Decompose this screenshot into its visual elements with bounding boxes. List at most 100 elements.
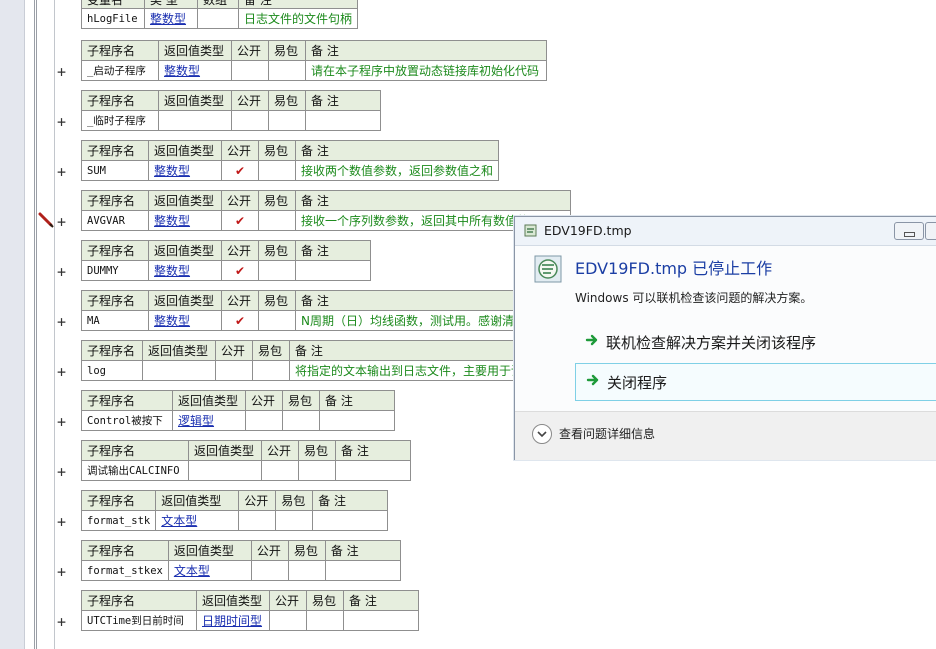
sub-public[interactable]: [261, 460, 299, 481]
minimize-button[interactable]: [894, 222, 924, 240]
expand-plus-icon[interactable]: +: [57, 215, 69, 230]
sub-public[interactable]: [215, 360, 253, 381]
sub-return-type[interactable]: 整数型: [148, 210, 222, 231]
sub-note[interactable]: [312, 510, 389, 531]
sub-note[interactable]: 请在本子程序中放置动态链接库初始化代码: [305, 60, 547, 81]
sub-name[interactable]: UTCTime到日前时间: [81, 610, 197, 631]
sub-pack[interactable]: [252, 360, 290, 381]
sub-pack[interactable]: [258, 310, 296, 331]
editor-gutter: [0, 0, 25, 649]
col-note: 备 注: [295, 240, 371, 261]
expand-plus-icon[interactable]: +: [57, 65, 69, 80]
col-ret: 返回值类型: [155, 490, 240, 511]
sub-public[interactable]: ✔: [221, 160, 259, 181]
sub-note[interactable]: [305, 110, 381, 131]
sub-pack[interactable]: [282, 410, 320, 431]
expand-plus-icon[interactable]: +: [57, 515, 69, 530]
col-pub: 公开: [221, 240, 259, 261]
sub-pack[interactable]: [287, 560, 326, 581]
dialog-title: EDV19FD.tmp: [544, 223, 632, 238]
sub-pack[interactable]: [258, 260, 296, 281]
sub-public[interactable]: [231, 60, 269, 81]
expand-plus-icon[interactable]: +: [57, 165, 69, 180]
green-arrow-icon: [586, 374, 599, 386]
sub-return-type[interactable]: 整数型: [148, 310, 222, 331]
sub-name[interactable]: DUMMY: [81, 260, 149, 281]
sub-return-type[interactable]: 整数型: [158, 60, 232, 81]
sub-public[interactable]: [231, 110, 269, 131]
sub-public[interactable]: [250, 560, 289, 581]
sub-name[interactable]: 调试输出CALCINFO: [81, 460, 189, 481]
subroutine-table: 子程序名 返回值类型 公开 易包备 注 AVGVAR 整数型 ✔ 接收一个序列数参数，返回其中…: [81, 190, 571, 231]
col-pub: 公开: [245, 390, 283, 411]
sub-public[interactable]: ✔: [221, 260, 259, 281]
col-pub: 公开: [221, 140, 259, 161]
maximize-button[interactable]: [925, 222, 936, 240]
sub-return-type[interactable]: 文本型: [167, 560, 252, 581]
sub-public[interactable]: ✔: [221, 310, 259, 331]
check-online-option[interactable]: 联机检查解决方案并关闭该程序: [575, 324, 936, 360]
sub-pack[interactable]: [275, 510, 314, 531]
chevron-down-icon: [537, 431, 547, 438]
close-program-option[interactable]: 关闭程序: [575, 363, 936, 401]
sub-note[interactable]: [319, 410, 395, 431]
expand-plus-icon[interactable]: +: [57, 265, 69, 280]
view-details-link[interactable]: 查看问题详细信息: [559, 425, 655, 442]
sub-return-type[interactable]: 日期时间型: [196, 610, 270, 631]
sub-public[interactable]: [238, 510, 277, 531]
sub-pack[interactable]: [258, 210, 296, 231]
sub-name[interactable]: format_stk: [80, 510, 157, 531]
sub-return-type[interactable]: 逻辑型: [172, 410, 246, 431]
sub-return-type[interactable]: [188, 460, 262, 481]
col-pack: 易包: [287, 540, 326, 561]
expand-plus-icon[interactable]: +: [57, 615, 69, 630]
col-pack: 易包: [258, 290, 296, 311]
sub-name[interactable]: Control被按下: [81, 410, 173, 431]
expand-plus-icon[interactable]: +: [57, 315, 69, 330]
expand-plus-icon[interactable]: +: [57, 415, 69, 430]
sub-note[interactable]: [335, 460, 411, 481]
sub-pack[interactable]: [298, 460, 336, 481]
sub-note[interactable]: 将指定的文本输出到日志文件，主要用于调: [289, 360, 531, 381]
sub-name[interactable]: MA: [81, 310, 149, 331]
dialog-titlebar[interactable]: EDV19FD.tmp: [515, 217, 936, 246]
sub-return-type[interactable]: [158, 110, 232, 131]
sub-pack[interactable]: [268, 110, 306, 131]
sub-return-type[interactable]: 文本型: [155, 510, 240, 531]
expand-plus-icon[interactable]: +: [57, 115, 69, 130]
sub-pack[interactable]: [258, 160, 296, 181]
sub-return-type[interactable]: 整数型: [148, 260, 222, 281]
sub-name[interactable]: log: [81, 360, 143, 381]
expand-plus-icon[interactable]: +: [57, 365, 69, 380]
sub-pack[interactable]: [306, 610, 344, 631]
sub-note[interactable]: N周期（日）均线函数，测试用。感谢清风: [295, 310, 532, 331]
col-ret: 返回值类型: [148, 190, 222, 211]
check-icon: ✔: [234, 163, 246, 178]
expand-plus-icon[interactable]: +: [57, 465, 69, 480]
sub-name[interactable]: _临时子程序: [81, 110, 159, 131]
sub-note[interactable]: 接收两个数值参数，返回参数值之和: [294, 160, 500, 181]
sub-note[interactable]: [295, 260, 371, 281]
var-name[interactable]: hLogFile: [81, 8, 145, 29]
sub-name[interactable]: SUM: [81, 160, 149, 181]
subroutine-table: 子程序名 返回值类型 公开 易包备 注 format_stkex 文本型: [81, 540, 401, 581]
expand-details-button[interactable]: [532, 424, 552, 444]
sub-return-type[interactable]: [142, 360, 216, 381]
var-note[interactable]: 日志文件的文件句柄: [237, 8, 359, 29]
sub-return-type[interactable]: 整数型: [148, 160, 222, 181]
var-type[interactable]: 整数型: [144, 8, 198, 29]
sub-public[interactable]: [269, 610, 307, 631]
sub-note[interactable]: [343, 610, 419, 631]
sub-public[interactable]: [245, 410, 283, 431]
col-var-type: 类 型: [144, 0, 198, 9]
expand-plus-icon[interactable]: +: [57, 565, 69, 580]
sub-name[interactable]: format_stkex: [81, 560, 169, 581]
col-note: 备 注: [305, 40, 547, 61]
sub-pack[interactable]: [268, 60, 306, 81]
var-array[interactable]: [197, 8, 239, 29]
col-name: 子程序名: [81, 440, 189, 461]
sub-name[interactable]: _启动子程序: [81, 60, 159, 81]
sub-name[interactable]: AVGVAR: [81, 210, 149, 231]
sub-note[interactable]: [324, 560, 401, 581]
sub-public[interactable]: ✔: [221, 210, 259, 231]
